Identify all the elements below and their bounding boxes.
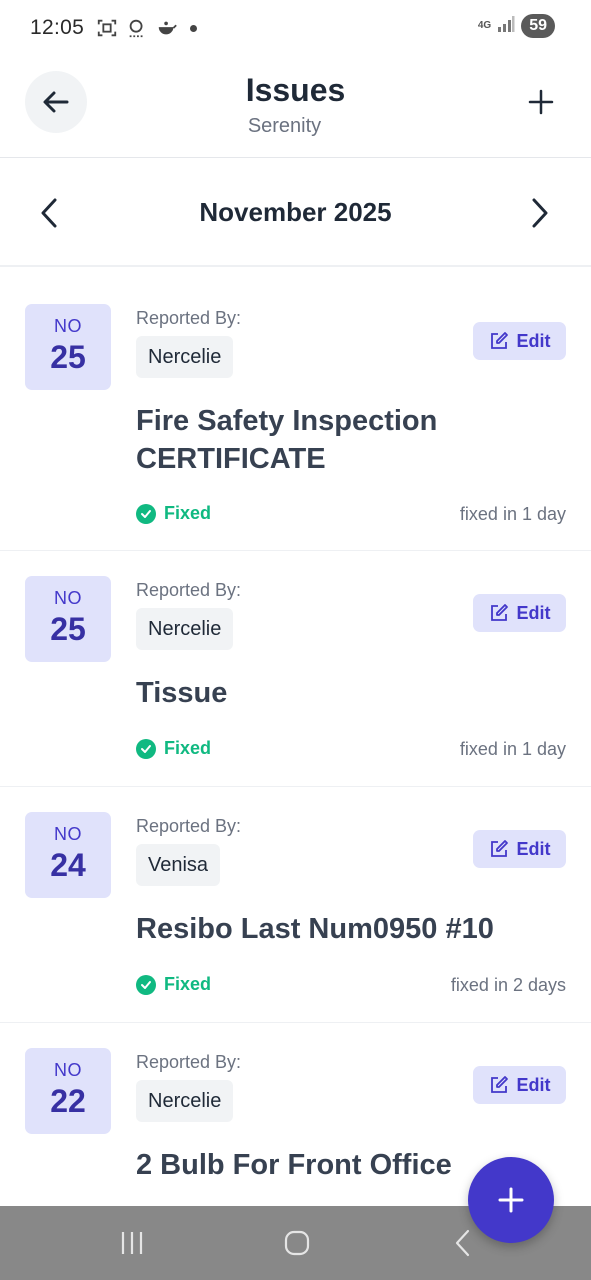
back-icon (455, 1229, 470, 1257)
edit-icon (490, 1076, 508, 1093)
status-system-icons: 4G 59 (478, 14, 555, 38)
status-badge: Fixed (136, 738, 211, 759)
status-bar: 12:05 4G 59 (0, 0, 591, 56)
edit-icon (490, 332, 508, 349)
edit-label: Edit (516, 602, 551, 623)
check-circle-icon (136, 738, 156, 759)
status-time: 12:05 (30, 16, 85, 39)
edit-label: Edit (516, 330, 551, 351)
date-month: NO (54, 1060, 82, 1080)
date-day: 25 (50, 339, 86, 375)
edit-button[interactable]: Edit (473, 1066, 566, 1104)
next-month-button[interactable] (519, 193, 559, 233)
reporter-chip: Nercelie (136, 1080, 234, 1122)
fixed-duration: fixed in 2 days (450, 975, 566, 995)
system-back-button[interactable] (443, 1228, 483, 1258)
home-button[interactable] (277, 1228, 317, 1258)
status-badge: Fixed (136, 974, 211, 995)
edit-label: Edit (516, 838, 551, 859)
date-month: NO (54, 588, 82, 608)
recent-apps-icon (121, 1232, 143, 1254)
add-issue-button[interactable] (521, 82, 561, 122)
check-circle-icon (136, 503, 156, 524)
date-badge: NO 22 (25, 1048, 111, 1134)
date-badge: NO 25 (25, 576, 111, 662)
list-item[interactable]: NO 24 Reported By: Venisa Edit Resibo La… (0, 787, 591, 1023)
edit-button[interactable]: Edit (473, 830, 566, 868)
list-item[interactable]: NO 25 Reported By: Nercelie Edit Tissue … (0, 551, 591, 787)
plus-icon (498, 1187, 524, 1213)
page-subtitle: Serenity (247, 115, 322, 137)
edit-icon (490, 840, 508, 857)
reported-by-label: Reported By: (136, 308, 242, 328)
edit-icon (490, 604, 508, 621)
date-badge: NO 24 (25, 812, 111, 898)
battery-indicator: 59 (521, 14, 555, 38)
edit-button[interactable]: Edit (473, 594, 566, 632)
date-badge: NO 25 (25, 304, 111, 390)
reported-by-label: Reported By: (136, 580, 242, 600)
issue-title: Fire Safety Inspection CERTIFICATE (136, 405, 438, 475)
date-day: 25 (50, 611, 86, 647)
header-titles: Issues Serenity (0, 72, 591, 138)
status-label: Fixed (164, 738, 212, 758)
list-item[interactable]: NO 25 Reported By: Nercelie Edit Fire Sa… (0, 270, 591, 551)
month-label: November 2025 (199, 197, 392, 227)
dot-icon (190, 24, 198, 32)
teapot-icon (156, 17, 178, 39)
status-notification-icons (96, 17, 198, 39)
check-circle-icon (136, 974, 156, 995)
date-day: 22 (50, 1083, 86, 1119)
issue-title: Tissue (136, 677, 228, 709)
date-day: 24 (50, 847, 86, 883)
screenshot-icon (96, 17, 118, 39)
reported-by-label: Reported By: (136, 816, 242, 836)
status-label: Fixed (164, 974, 212, 994)
network-type: 4G (477, 20, 492, 31)
page-title: Issues (245, 72, 346, 108)
edit-label: Edit (516, 1074, 551, 1095)
issue-list: NO 25 Reported By: Nercelie Edit Fire Sa… (0, 270, 591, 1223)
app-header: Issues Serenity (0, 56, 591, 158)
search-icon (126, 17, 148, 39)
reporter-chip: Nercelie (136, 336, 234, 378)
fixed-duration: fixed in 1 day (459, 504, 566, 524)
date-month: NO (54, 824, 82, 844)
reported-by-label: Reported By: (136, 1052, 242, 1072)
add-issue-fab[interactable] (468, 1157, 554, 1243)
status-label: Fixed (164, 503, 212, 523)
issue-title: Resibo Last Num0950 #10 (136, 913, 494, 945)
fixed-duration: fixed in 1 day (459, 739, 566, 759)
date-month: NO (54, 316, 82, 336)
reporter-chip: Venisa (136, 844, 221, 886)
chevron-right-icon (532, 198, 548, 228)
plus-icon (528, 89, 554, 115)
reporter-chip: Nercelie (136, 608, 234, 650)
home-icon (284, 1230, 310, 1256)
recent-apps-button[interactable] (112, 1228, 152, 1258)
status-badge: Fixed (136, 503, 211, 524)
edit-button[interactable]: Edit (473, 322, 566, 360)
signal-icon (497, 15, 515, 38)
month-navigation: November 2025 (0, 159, 591, 267)
